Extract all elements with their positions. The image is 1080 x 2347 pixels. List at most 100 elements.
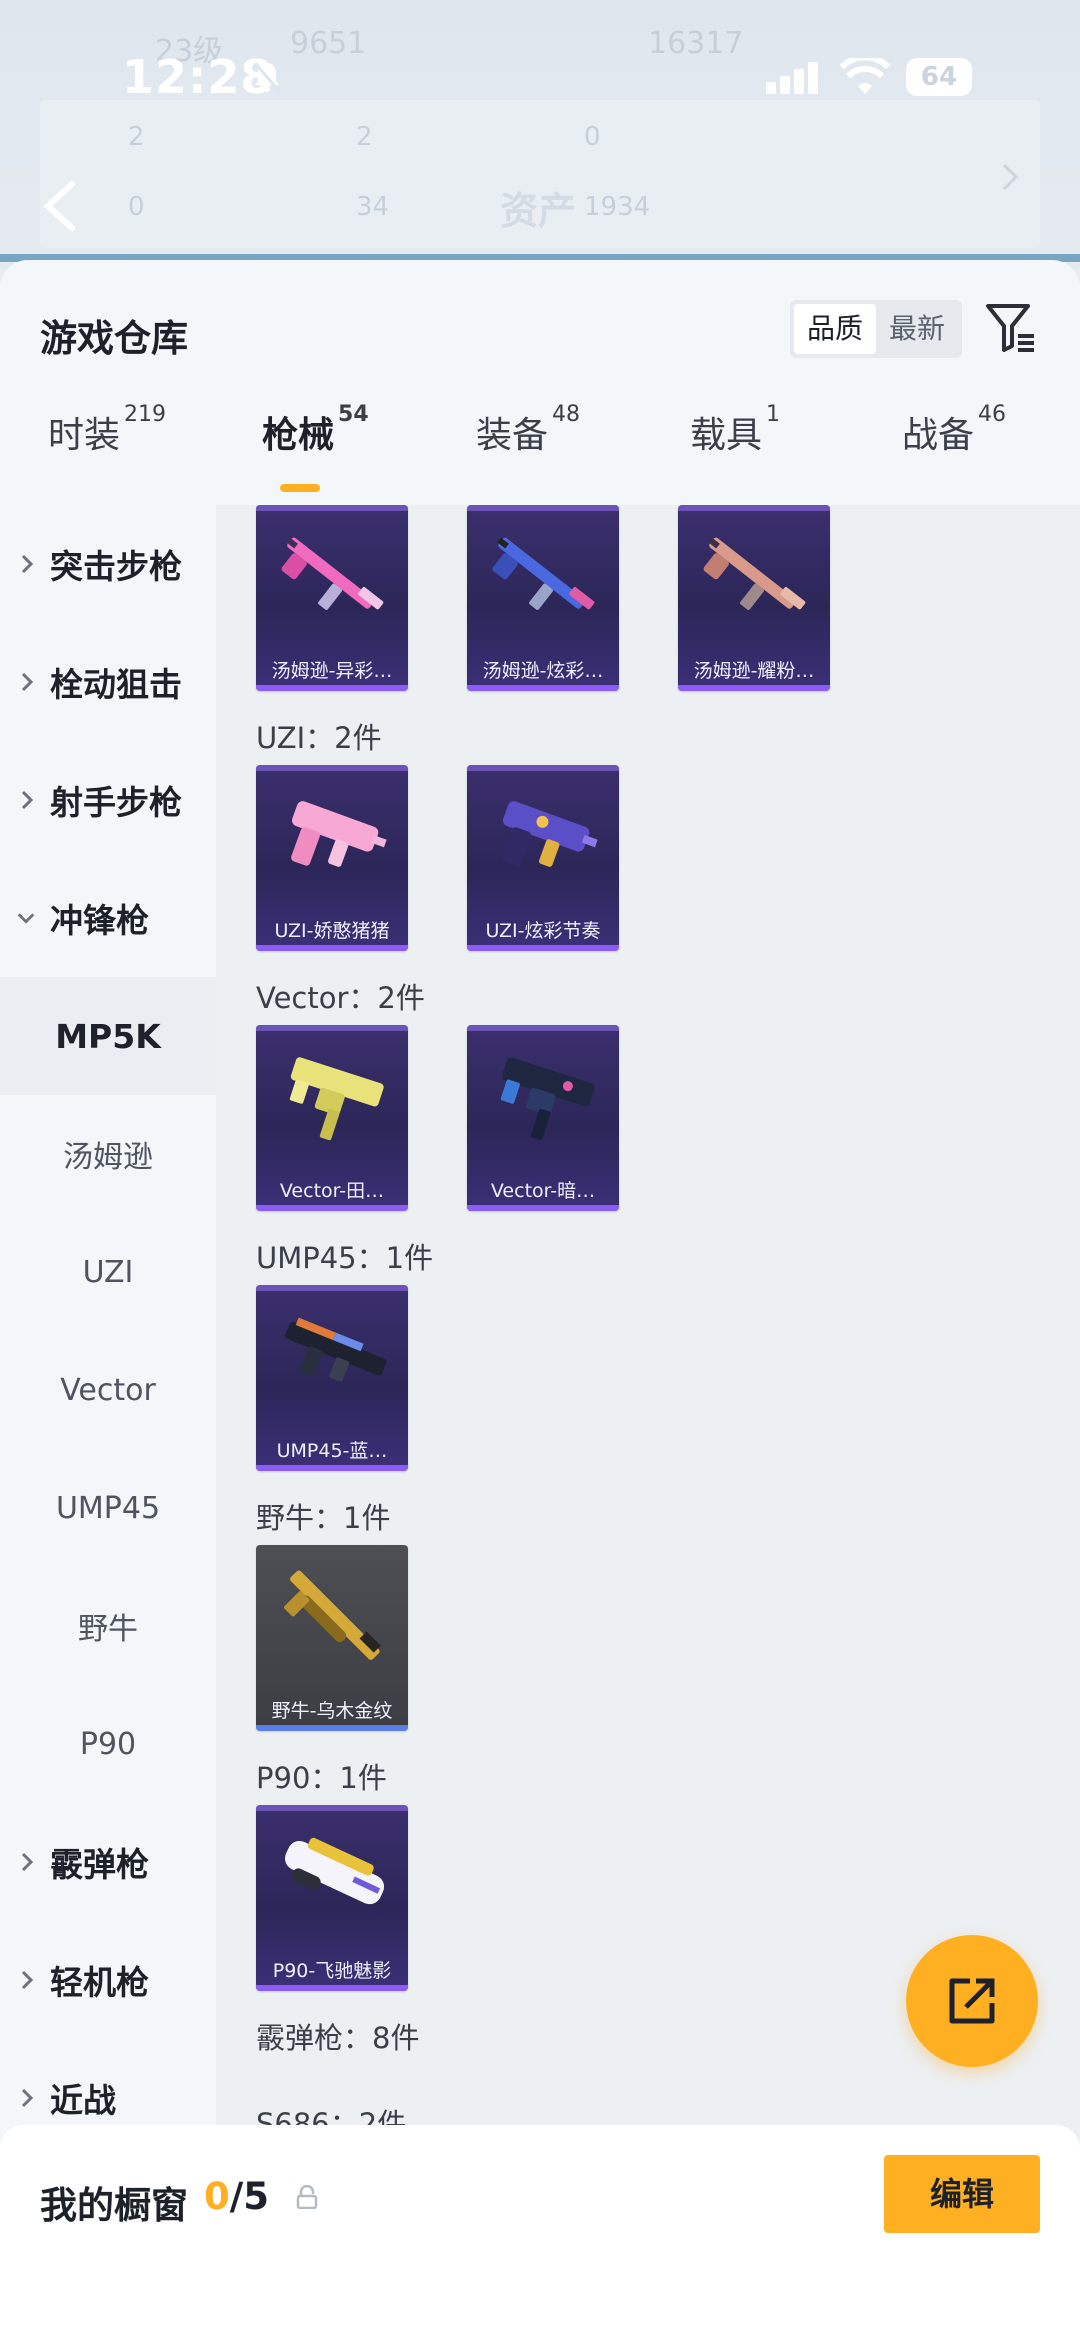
sidebar-item-label: 霰弹枪 (50, 1845, 149, 1884)
skin-card[interactable]: UZI-炫彩节奏 (467, 765, 619, 951)
tab-skins[interactable]: 时装219 (48, 402, 166, 458)
sidebar-item-vector[interactable]: Vector (0, 1331, 216, 1449)
skin-card-name: UMP45-蓝… (276, 1440, 388, 1462)
tab-gear[interactable]: 战备46 (902, 402, 1006, 458)
skin-card[interactable]: Vector-暗… (467, 1025, 619, 1211)
skin-card-name: P90-飞驰魅影 (272, 1960, 392, 1982)
ghost-stat: 34 (356, 192, 390, 222)
skin-card-name: 汤姆逊-异彩… (271, 660, 393, 682)
tab-count: 1 (766, 402, 781, 427)
skin-card[interactable]: 汤姆逊-炫彩… (467, 505, 619, 691)
sidebar-item-label: 冲锋枪 (50, 901, 149, 940)
tab-count: 54 (338, 402, 369, 427)
uzi-icon (502, 801, 598, 867)
skin-card-name: 野牛-乌木金纹 (271, 1700, 393, 1722)
tab-label: 时装 (48, 415, 121, 456)
edit-button[interactable]: 编辑 (884, 2155, 1040, 2233)
battery-indicator: 64 (906, 58, 972, 96)
skin-card[interactable]: 野牛-乌木金纹 (256, 1545, 408, 1731)
chevron-right-icon (21, 790, 34, 810)
sheet-title: 游戏仓库 (40, 317, 188, 360)
sort-toggle: 品质 最新 (790, 300, 962, 358)
vector-smg-icon (289, 1057, 384, 1141)
category-tabs: 时装219 枪械54 装备48 载具1 战备46 (0, 402, 1080, 492)
uzi-icon (291, 801, 387, 867)
tab-equipment[interactable]: 装备48 (476, 402, 580, 458)
filter-icon[interactable] (984, 300, 1038, 356)
chevron-right-icon (21, 672, 34, 692)
weapon-group-label: UZI：2件 (256, 721, 382, 755)
ghost-score: 16317 (648, 26, 744, 61)
skin-card[interactable]: 汤姆逊-耀粉… (678, 505, 830, 691)
active-tab-indicator (280, 484, 320, 492)
skin-card[interactable]: Vector-田… (256, 1025, 408, 1211)
bizon-icon (284, 1570, 381, 1660)
showcase-count-total: /5 (229, 2175, 270, 2218)
ghost-stat: 2 (128, 122, 145, 152)
tab-firearms[interactable]: 枪械54 (262, 402, 369, 458)
sidebar-item-mp5k[interactable]: MP5K (0, 977, 216, 1095)
tab-label: 载具 (690, 415, 763, 456)
sidebar-item-uzi[interactable]: UZI (0, 1213, 216, 1331)
sort-quality-button[interactable]: 品质 (794, 304, 876, 354)
tab-count: 46 (978, 402, 1007, 427)
ghost-assets-value: 1934 (584, 192, 651, 222)
skin-card[interactable]: P90-飞驰魅影 (256, 1805, 408, 1991)
skin-card-name: 汤姆逊-炫彩… (482, 660, 604, 682)
skin-card[interactable]: UMP45-蓝… (256, 1285, 408, 1471)
sidebar-item-lmg[interactable]: 轻机枪 (0, 1921, 216, 2039)
showcase-count-current: 0 (204, 2175, 230, 2218)
tab-label: 战备 (902, 415, 975, 456)
ghost-coins: 9651 (290, 26, 367, 61)
weapon-group-label: 野牛：1件 (256, 1501, 391, 1535)
skin-card-name: UZI-娇憨猪猪 (274, 920, 390, 942)
chevron-right-icon (1002, 163, 1019, 191)
p90-icon (285, 1837, 385, 1905)
sidebar-item-marksman-rifle[interactable]: 射手步枪 (0, 741, 216, 859)
tab-label: 装备 (476, 415, 549, 456)
share-button[interactable] (906, 1935, 1038, 2067)
chevron-down-icon (17, 913, 35, 924)
ghost-stat: 2 (356, 122, 373, 152)
sidebar-item-thompson[interactable]: 汤姆逊 (0, 1095, 216, 1213)
tommy-gun-icon (492, 537, 595, 610)
sidebar-item-assault-rifle[interactable]: 突击步枪 (0, 505, 216, 623)
sidebar-item-shotgun[interactable]: 霰弹枪 (0, 1803, 216, 1921)
skin-card[interactable]: 汤姆逊-异彩… (256, 505, 408, 691)
sidebar-item-label: 近战 (50, 2081, 116, 2120)
skin-card-name: Vector-田… (279, 1180, 385, 1202)
sidebar-item-smg[interactable]: 冲锋枪 (0, 859, 216, 977)
share-icon (949, 1978, 995, 2024)
wifi-icon (840, 58, 890, 94)
sort-newest-button[interactable]: 最新 (876, 304, 958, 354)
sidebar-item-bizon[interactable]: 野牛 (0, 1567, 216, 1685)
chevron-right-icon (21, 554, 34, 574)
lock-icon (296, 2185, 318, 2209)
sidebar-item-label: 突击步枪 (50, 547, 182, 586)
weapon-skin-list: 汤姆逊-异彩… 汤姆逊-炫彩… 汤姆逊-耀粉… UZI：2件 UZI-娇憨猪猪 … (216, 505, 1080, 2347)
tab-label: 枪械 (262, 415, 335, 456)
bell-muted-icon (253, 62, 281, 92)
tab-count: 48 (552, 402, 581, 427)
sidebar-item-ump45[interactable]: UMP45 (0, 1449, 216, 1567)
back-arrow-icon[interactable] (42, 180, 78, 232)
tommy-gun-icon (281, 537, 384, 610)
skin-card-name: Vector-暗… (490, 1180, 596, 1202)
vector-smg-icon (500, 1057, 595, 1141)
weapon-group-label: 霰弹枪：8件 (256, 2021, 420, 2055)
chevron-right-icon (21, 1970, 34, 1990)
background-header: 23级 9651 16317 2 2 0 0 34 资产 1934 12:28 … (0, 0, 1080, 270)
sidebar-item-label: 轻机枪 (50, 1963, 149, 2002)
ghost-assets-label: 资产 (500, 189, 577, 233)
sidebar-item-p90[interactable]: P90 (0, 1685, 216, 1803)
sidebar-item-bolt-sniper[interactable]: 栓动狙击 (0, 623, 216, 741)
chevron-right-icon (21, 1852, 34, 1872)
sidebar-item-label: 射手步枪 (50, 783, 182, 822)
showcase-title: 我的橱窗 (40, 2184, 188, 2227)
status-time: 12:28 (122, 50, 274, 104)
tab-vehicles[interactable]: 载具1 (690, 402, 780, 458)
tommy-gun-icon (703, 537, 806, 610)
weapon-group-label: P90：1件 (256, 1761, 387, 1795)
chevron-right-icon (21, 2088, 34, 2108)
skin-card[interactable]: UZI-娇憨猪猪 (256, 765, 408, 951)
